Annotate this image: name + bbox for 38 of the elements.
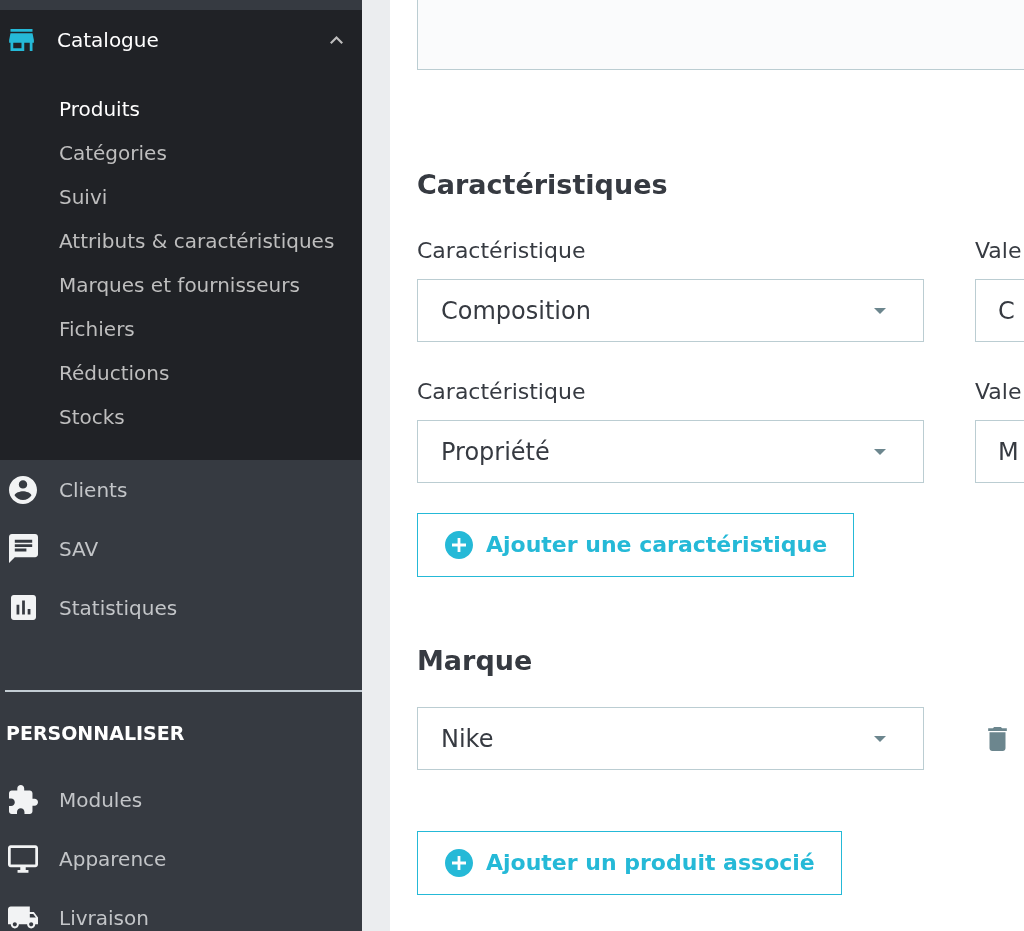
submenu-item[interactable]: Suivi (59, 185, 108, 209)
caret-icon (874, 735, 886, 742)
submenu-item[interactable]: Stocks (59, 405, 125, 429)
section-heading: PERSONNALISER (6, 721, 185, 745)
menu-item[interactable]: Livraison (8, 905, 149, 930)
bar-chart-icon (10, 595, 36, 620)
caret-icon (874, 448, 886, 455)
feature-select[interactable]: Propriété (417, 420, 924, 483)
field-label: Vale (975, 238, 1022, 264)
field-label: Caractéristique (417, 379, 586, 405)
menu-item[interactable]: Apparence (8, 844, 167, 873)
section-heading: Marque (417, 644, 533, 678)
puzzle-piece-icon (8, 785, 38, 814)
store-icon (8, 29, 34, 51)
submenu-item[interactable]: Attributs & caractéristiques (59, 229, 335, 253)
chat-bubble-icon (8, 534, 38, 563)
menu-item[interactable]: Clients (8, 475, 128, 504)
menu-item[interactable]: Statistiques (8, 595, 178, 620)
brand-select[interactable]: Nike (417, 707, 924, 770)
text-area-field[interactable] (417, 0, 1024, 70)
menu-item[interactable]: SAV (8, 534, 99, 563)
menu-item[interactable]: Modules (8, 785, 143, 814)
value-select[interactable]: C (975, 279, 1024, 342)
field-label: Vale (975, 379, 1022, 405)
submenu-item[interactable]: Fichiers (59, 317, 135, 341)
submenu-item[interactable]: Marques et fournisseurs (59, 273, 300, 297)
value-select[interactable]: M (975, 420, 1024, 483)
submenu-item[interactable]: Réductions (59, 361, 170, 385)
submenu-item[interactable]: Produits (59, 97, 140, 121)
truck-icon (8, 906, 38, 929)
field-label: Caractéristique (417, 238, 586, 264)
monitor-icon (8, 844, 38, 873)
menu-item[interactable]: Catalogue (8, 28, 343, 52)
section-heading: Caractéristiques (417, 168, 668, 202)
trash-icon[interactable] (988, 726, 1007, 751)
submenu-item[interactable]: Catégories (59, 141, 167, 165)
caret-icon (874, 307, 886, 314)
feature-select[interactable]: Composition (417, 279, 924, 342)
